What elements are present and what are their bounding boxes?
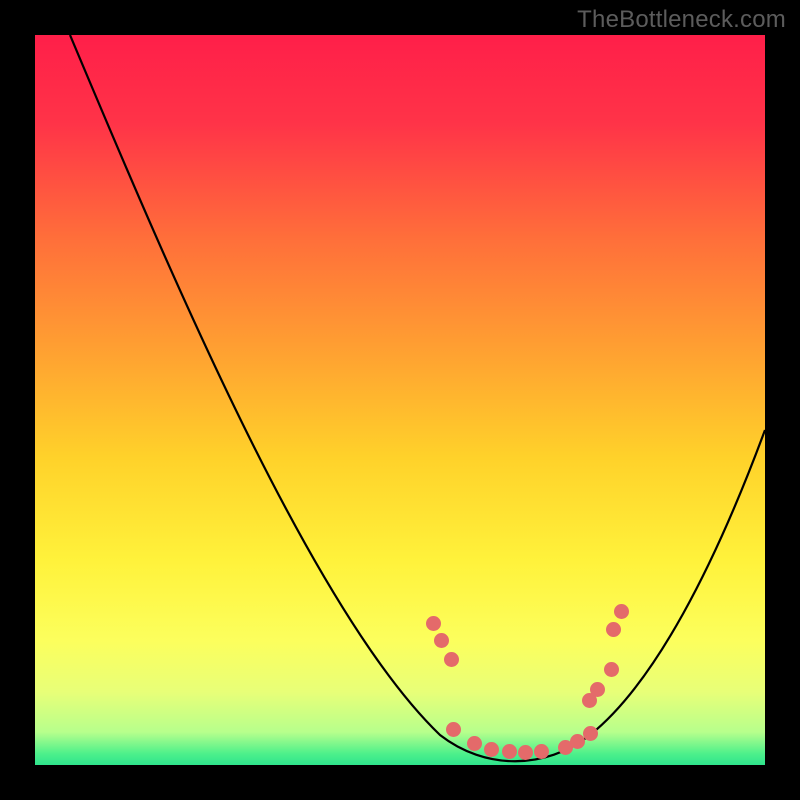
data-point-dot [467, 736, 482, 751]
data-point-dot [518, 745, 533, 760]
dots-layer [35, 35, 765, 765]
data-point-dot [614, 604, 629, 619]
data-point-dot [426, 616, 441, 631]
data-point-dot [534, 744, 549, 759]
data-point-dot [604, 662, 619, 677]
data-point-dot [606, 622, 621, 637]
plot-area [35, 35, 765, 765]
chart-stage: TheBottleneck.com [0, 0, 800, 800]
data-point-dot [444, 652, 459, 667]
data-point-dot [502, 744, 517, 759]
data-point-dot [570, 734, 585, 749]
data-point-dot [484, 742, 499, 757]
data-point-dot [583, 726, 598, 741]
data-point-dot [434, 633, 449, 648]
data-point-dot [446, 722, 461, 737]
watermark-text: TheBottleneck.com [577, 6, 786, 34]
data-point-dot [590, 682, 605, 697]
